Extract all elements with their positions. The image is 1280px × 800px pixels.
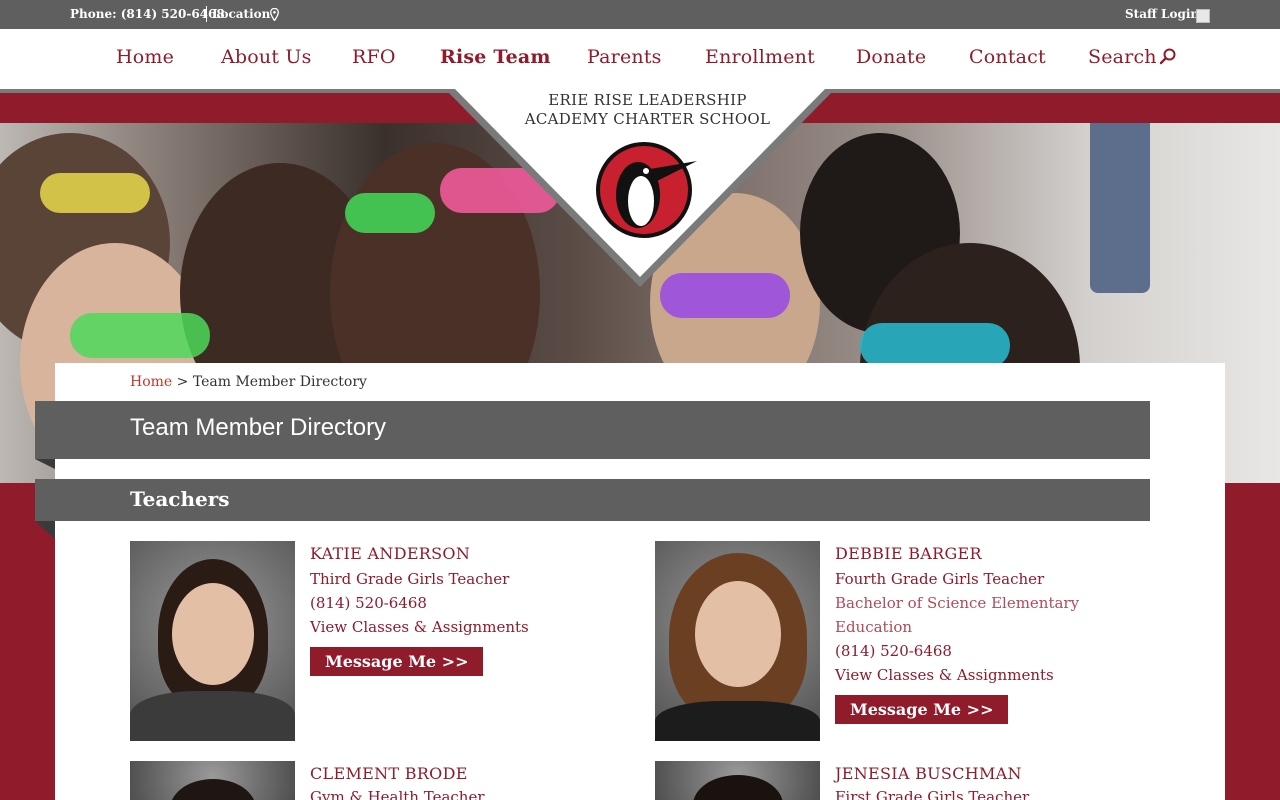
ribbon-fold	[35, 459, 55, 469]
nav-donate[interactable]: Donate	[856, 46, 926, 68]
breadcrumb: Home > Team Member Directory	[130, 374, 367, 390]
teacher-role: Third Grade Girls Teacher	[310, 570, 510, 588]
teacher-photo	[655, 761, 820, 800]
message-me-button[interactable]: Message Me >>	[310, 647, 484, 676]
main-nav: Home About Us RFO Rise Team Parents Enro…	[0, 29, 1280, 89]
nav-enrollment[interactable]: Enrollment	[705, 46, 815, 68]
teacher-photo	[655, 541, 820, 741]
teacher-photo	[130, 541, 295, 741]
nav-contact[interactable]: Contact	[969, 46, 1046, 68]
breadcrumb-home-link[interactable]: Home	[130, 374, 172, 390]
nav-parents[interactable]: Parents	[587, 46, 662, 68]
ribbon-fold	[35, 521, 55, 539]
phone-number[interactable]: Phone: (814) 520-6468	[70, 7, 225, 21]
teacher-degree: Bachelor of Science Elementary	[835, 594, 1080, 612]
teacher-phone[interactable]: (814) 520-6468	[835, 642, 952, 660]
teacher-name: CLEMENT BRODE	[310, 764, 468, 783]
breadcrumb-separator: >	[176, 374, 189, 390]
section-title: Teachers	[130, 487, 230, 511]
staff-login-link[interactable]: Staff Login	[1125, 7, 1199, 21]
logo-text: ERIE RISE LEADERSHIP ACADEMY CHARTER SCH…	[500, 91, 795, 129]
message-me-button[interactable]: Message Me >>	[835, 695, 1009, 724]
teacher-photo	[130, 761, 295, 800]
user-icon[interactable]	[1196, 9, 1210, 23]
logo-text-line2: ACADEMY CHARTER SCHOOL	[524, 110, 771, 128]
location-pin-icon[interactable]	[270, 8, 279, 21]
location-link[interactable]: Location	[212, 7, 270, 21]
logo-text-line1: ERIE RISE LEADERSHIP	[548, 91, 747, 109]
page-title: Team Member Directory	[130, 414, 387, 441]
nav-home[interactable]: Home	[116, 46, 174, 68]
teacher-role: First Grade Girls Teacher	[835, 788, 1030, 800]
nav-rfo[interactable]: RFO	[352, 46, 396, 68]
breadcrumb-current: Team Member Directory	[192, 374, 367, 390]
teacher-name: DEBBIE BARGER	[835, 544, 982, 563]
search-icon[interactable]	[1159, 48, 1177, 66]
view-classes-link[interactable]: View Classes & Assignments	[835, 666, 1054, 684]
teacher-role: Fourth Grade Girls Teacher	[835, 570, 1045, 588]
nav-about-us[interactable]: About Us	[221, 46, 312, 68]
nav-search[interactable]: Search	[1088, 46, 1157, 68]
teacher-name: KATIE ANDERSON	[310, 544, 471, 563]
utility-bar: Phone: (814) 520-6468 Location Staff Log…	[0, 0, 1280, 29]
teacher-degree-cont: Education	[835, 618, 913, 636]
nav-rise-team[interactable]: Rise Team	[440, 46, 551, 68]
teacher-role: Gym & Health Teacher	[310, 788, 485, 800]
divider	[206, 6, 207, 22]
teacher-name: JENESIA BUSCHMAN	[835, 764, 1022, 783]
teacher-phone[interactable]: (814) 520-6468	[310, 594, 427, 612]
view-classes-link[interactable]: View Classes & Assignments	[310, 618, 529, 636]
